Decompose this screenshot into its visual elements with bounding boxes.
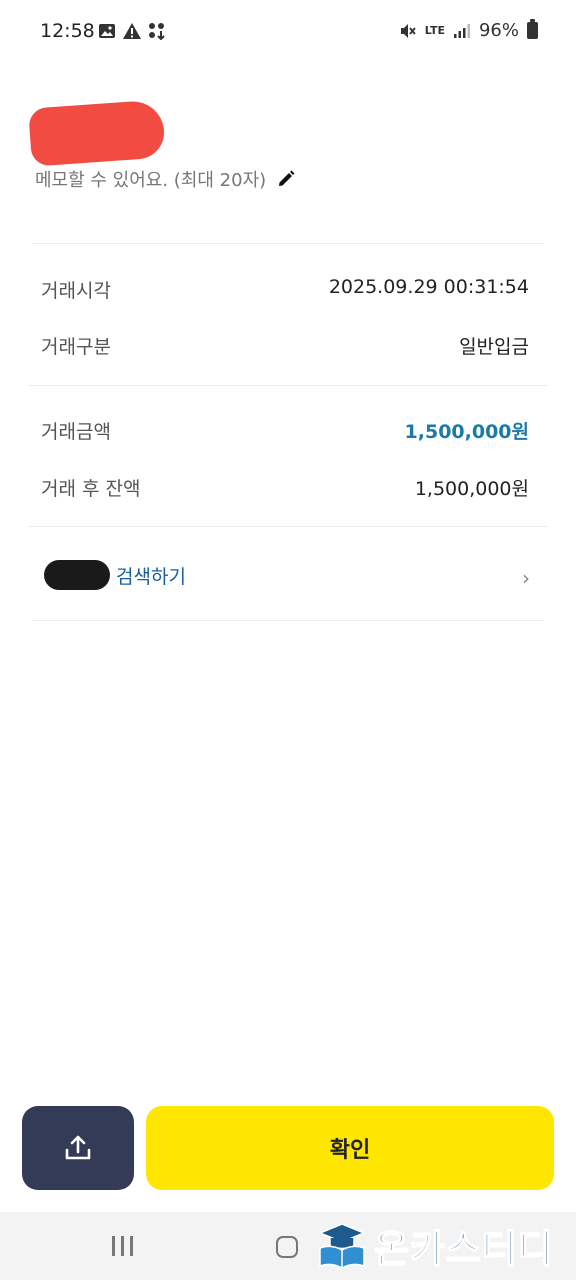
mute-icon (400, 23, 416, 38)
divider (32, 620, 544, 621)
type-value: 일반입금 (459, 336, 529, 358)
status-right: LTE 96% (399, 19, 538, 41)
notification-icons (98, 22, 166, 40)
graduation-book-icon (318, 1222, 366, 1269)
app-grid-icon (149, 23, 165, 40)
memo-row[interactable]: 메모할 수 있어요. (최대 20자) (35, 166, 296, 192)
recent-apps-button[interactable] (112, 1236, 133, 1256)
share-button[interactable] (22, 1106, 134, 1190)
battery-percent: 96% (478, 20, 519, 41)
status-time: 12:58 (40, 20, 95, 42)
redacted-name (28, 99, 166, 167)
system-nav-bar: 온카스터디 (0, 1212, 576, 1280)
chevron-right-icon: › (522, 566, 530, 590)
amount-value: 1,500,000원 (404, 421, 529, 443)
divider (28, 526, 548, 527)
time-value: 2025.09.29 00:31:54 (328, 276, 529, 298)
memo-placeholder: 메모할 수 있어요. (최대 20자) (35, 170, 267, 191)
signal-icon (453, 23, 470, 38)
warning-icon (123, 23, 141, 39)
redacted-counterparty (44, 560, 110, 590)
network-type: LTE (424, 23, 445, 37)
amount-label: 거래금액 (41, 421, 111, 443)
watermark-logo: 온카스터디 (316, 1218, 554, 1273)
watermark-text: 온카스터디 (373, 1226, 554, 1272)
search-counterparty-link[interactable]: 검색하기 › (36, 556, 540, 596)
time-label: 거래시각 (41, 280, 111, 302)
battery-icon (527, 19, 538, 39)
divider (28, 385, 548, 386)
pencil-icon[interactable] (276, 169, 296, 189)
search-label: 검색하기 (116, 566, 186, 588)
divider (32, 243, 544, 244)
confirm-button[interactable]: 확인 (146, 1106, 554, 1190)
share-icon (65, 1135, 91, 1160)
balance-label: 거래 후 잔액 (41, 478, 141, 500)
home-button[interactable] (276, 1236, 298, 1258)
type-label: 거래구분 (41, 336, 111, 358)
balance-value: 1,500,000원 (414, 478, 529, 500)
image-icon (99, 24, 115, 38)
status-bar: 12:58 LTE 96% (0, 0, 576, 64)
